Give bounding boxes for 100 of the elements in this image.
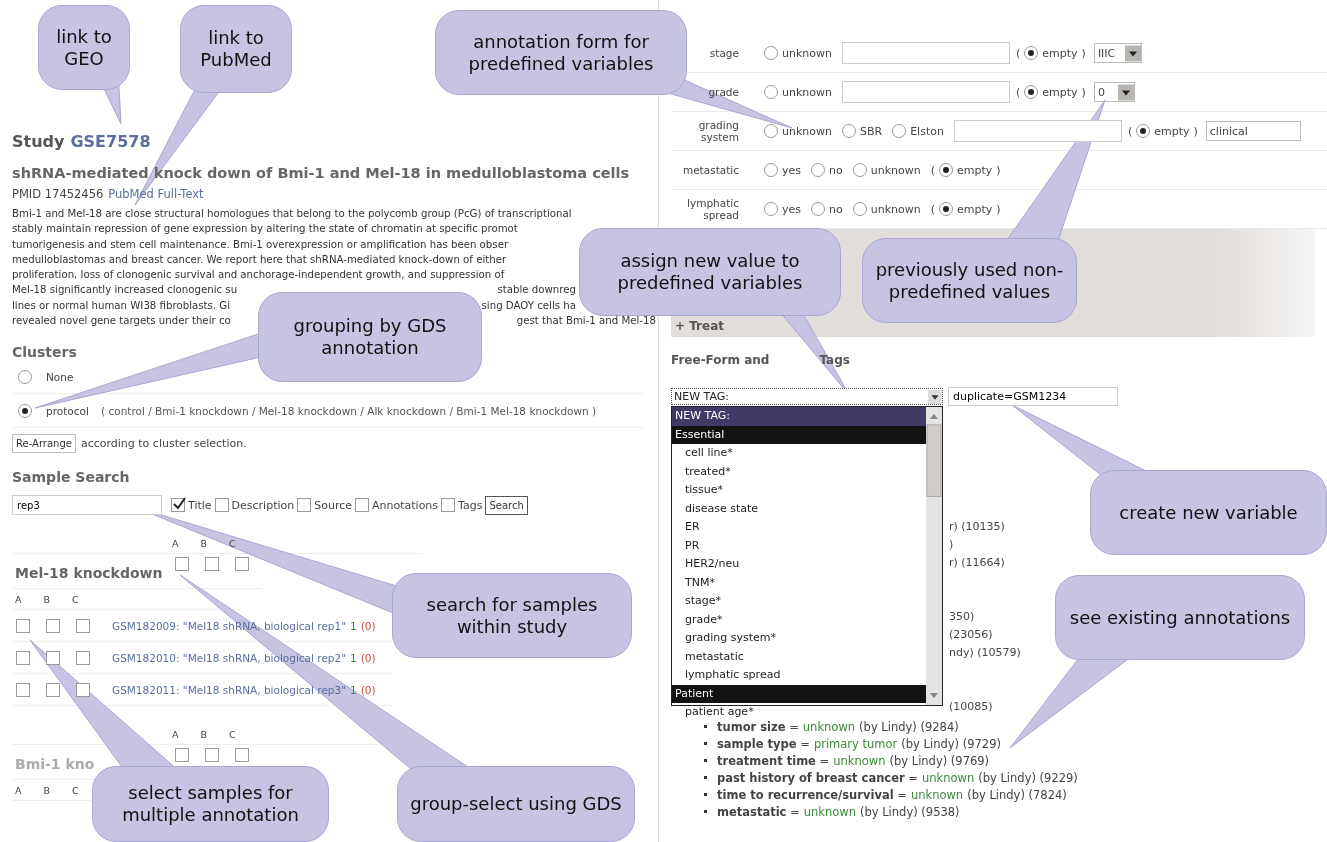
- annotation-count: 1: [350, 651, 357, 664]
- abstract-text: Bmi-1 and Mel-18 are close structural homologues that belong to the polycomb group (PcG) of transcriptional: [12, 207, 572, 221]
- dropdown-option[interactable]: ER: [672, 518, 926, 537]
- option-radio[interactable]: [842, 124, 856, 138]
- column-letter: A: [15, 593, 22, 605]
- empty-radio[interactable]: [1024, 85, 1039, 99]
- filter-checkbox[interactable]: [214, 498, 229, 513]
- scrollbar[interactable]: [926, 407, 942, 705]
- sample-link[interactable]: GSM182011: "Mel18 shRNA, biological rep3": [112, 683, 347, 696]
- annotation-name: tumor size =: [717, 719, 799, 734]
- filter-label: Title: [188, 498, 212, 512]
- value-field[interactable]: [842, 81, 1010, 103]
- study-link[interactable]: GSE7578: [70, 132, 151, 151]
- option-radio[interactable]: [852, 202, 867, 216]
- dropdown-option[interactable]: lymphatic spread: [672, 666, 926, 685]
- filter-checkbox[interactable]: [355, 498, 369, 513]
- sample-checkbox[interactable]: [76, 618, 90, 633]
- sample-checkbox[interactable]: [46, 618, 60, 633]
- dropdown-option[interactable]: grading system*: [672, 629, 926, 648]
- dropdown-option[interactable]: PR: [672, 536, 926, 555]
- paren-text: (: [930, 163, 935, 177]
- empty-radio[interactable]: [939, 202, 953, 216]
- group-checkbox[interactable]: [205, 557, 219, 572]
- dropdown-option[interactable]: TNM*: [672, 573, 926, 592]
- dropdown-option[interactable]: cell line*: [672, 444, 926, 463]
- group-checkbox[interactable]: [235, 557, 249, 572]
- dropdown-group-header: Patient: [672, 684, 926, 703]
- cluster-radio[interactable]: [18, 369, 32, 384]
- group-checkbox[interactable]: [175, 557, 189, 572]
- sample-checkbox[interactable]: [46, 682, 60, 697]
- dropdown-option[interactable]: treated*: [672, 462, 926, 481]
- column-letter: C: [72, 784, 79, 796]
- paren-text: (: [930, 202, 935, 216]
- empty-radio[interactable]: [1024, 46, 1039, 60]
- sample-checkbox[interactable]: [76, 650, 90, 665]
- abstract-text: medulloblastomas and breast cancer. We report here that shRNA-mediated knock-down of either: [12, 252, 507, 267]
- column-letter: A: [172, 537, 179, 549]
- option-label: yes: [782, 202, 801, 216]
- dropdown-option[interactable]: NEW TAG:: [672, 407, 926, 426]
- sample-checkbox[interactable]: [16, 682, 30, 697]
- pubmed-link[interactable]: PubMed Full-Text: [108, 187, 204, 201]
- annotation-value: unknown: [802, 719, 856, 734]
- new-tag-field[interactable]: duplicate=GSM1234: [948, 387, 1118, 406]
- paren-text: ): [996, 163, 1001, 177]
- group-checkbox[interactable]: [205, 748, 219, 763]
- dropdown-option[interactable]: patient age*: [672, 703, 926, 722]
- option-label: Elston: [910, 124, 944, 138]
- option-radio[interactable]: [764, 85, 778, 99]
- option-radio[interactable]: [892, 124, 907, 138]
- sample-checkbox[interactable]: [76, 682, 90, 697]
- empty-radio[interactable]: [1136, 124, 1151, 138]
- filter-checkbox[interactable]: [441, 498, 456, 513]
- search-button[interactable]: Search: [485, 495, 528, 515]
- filter-checkbox[interactable]: [171, 498, 185, 513]
- previous-value-select[interactable]: clinical: [1205, 121, 1301, 141]
- sample-link[interactable]: GSM182009: "Mel18 shRNA, biological rep1": [112, 619, 347, 632]
- option-radio[interactable]: [811, 202, 825, 216]
- tag-select[interactable]: NEW TAG:: [671, 388, 943, 405]
- previous-value-select[interactable]: IIIC: [1093, 43, 1143, 63]
- annotation-note: (by Lindy) (9229): [978, 770, 1078, 785]
- section-heading: Free-Form and: [671, 353, 770, 367]
- option-radio[interactable]: [811, 163, 825, 177]
- search-field[interactable]: rep3: [12, 495, 162, 516]
- option-label: no: [829, 163, 843, 177]
- group-checkbox[interactable]: [235, 748, 249, 763]
- sample-checkbox[interactable]: [16, 618, 30, 633]
- paren-text: ): [1081, 85, 1086, 99]
- annotation-count: 1: [350, 619, 357, 632]
- bullet-icon: [704, 793, 707, 796]
- section-toggle[interactable]: + Treat: [675, 319, 724, 333]
- annotation-note: (by Lindy) (9769): [889, 753, 990, 768]
- callout: select samples for multiple annotation: [92, 766, 329, 842]
- option-radio[interactable]: [764, 163, 778, 177]
- option-radio[interactable]: [764, 124, 778, 138]
- option-radio[interactable]: [852, 163, 867, 177]
- sample-link[interactable]: GSM182010: "Mel18 shRNA, biological rep2": [112, 651, 347, 664]
- annotation-value: primary tumor: [813, 736, 898, 751]
- abstract-text: stable downreg: [497, 283, 576, 298]
- rearrange-button[interactable]: Re-Arrange: [12, 434, 76, 454]
- dropdown-option[interactable]: tissue*: [672, 481, 926, 500]
- column-letter: C: [72, 593, 79, 605]
- empty-radio[interactable]: [939, 163, 953, 177]
- filter-label: Description: [231, 498, 295, 512]
- sample-checkbox[interactable]: [16, 650, 30, 665]
- dropdown-option[interactable]: disease state: [672, 499, 926, 518]
- option-radio[interactable]: [764, 202, 778, 216]
- option-radio[interactable]: [764, 46, 778, 60]
- value-field[interactable]: [953, 120, 1122, 142]
- option-label: unknown: [870, 202, 921, 216]
- group-checkbox[interactable]: [175, 748, 189, 763]
- value-field[interactable]: [842, 42, 1010, 64]
- previous-value-select[interactable]: 0: [1093, 82, 1135, 102]
- abstract-text: lines or normal human WI38 fibroblasts. Gi: [12, 298, 230, 313]
- dropdown-option[interactable]: stage*: [672, 592, 926, 611]
- dropdown-option[interactable]: grade*: [672, 610, 926, 629]
- filter-checkbox[interactable]: [297, 498, 312, 513]
- cluster-radio[interactable]: [18, 403, 32, 418]
- sample-checkbox[interactable]: [46, 650, 60, 665]
- dropdown-option[interactable]: metastatic: [672, 647, 926, 666]
- dropdown-option[interactable]: HER2/neu: [672, 555, 926, 574]
